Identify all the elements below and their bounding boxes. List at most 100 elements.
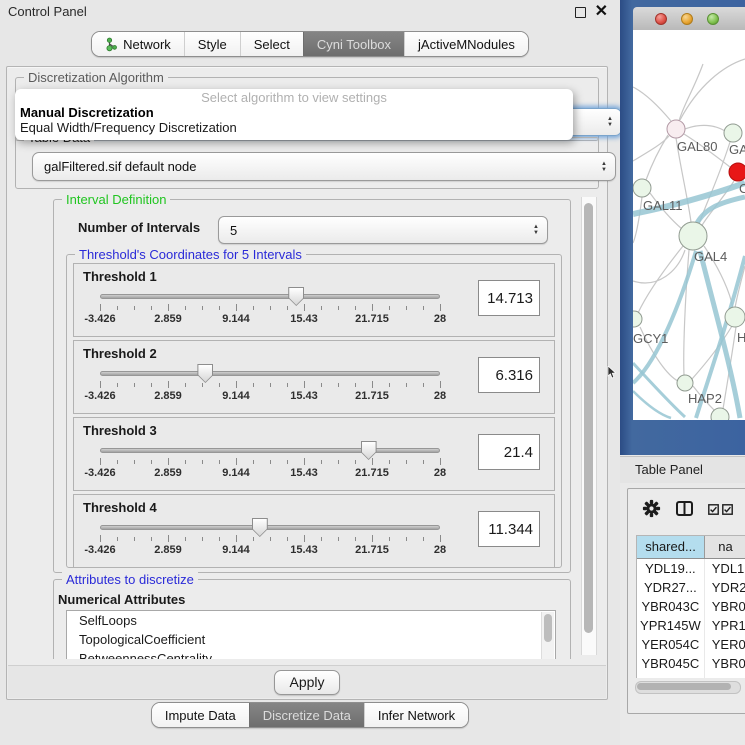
tab-style[interactable]: Style <box>184 32 240 56</box>
slider-track[interactable] <box>100 371 440 376</box>
main-vertical-scrollbar[interactable] <box>581 197 597 655</box>
scrollbar-thumb[interactable] <box>584 203 593 633</box>
number-of-intervals-combobox[interactable]: 5 ▲▼ <box>218 216 548 244</box>
network-edge[interactable] <box>633 136 669 161</box>
slider-track[interactable] <box>100 448 440 453</box>
network-node-gal4[interactable] <box>679 222 707 250</box>
network-edge[interactable] <box>680 59 745 120</box>
table-row[interactable]: YER054CYER0 <box>637 635 745 654</box>
threshold-slider[interactable]: -3.4262.8599.14415.4321.71528 <box>100 442 440 478</box>
threshold-slider[interactable]: -3.4262.8599.14415.4321.71528 <box>100 519 440 555</box>
tick-mark <box>321 537 322 541</box>
apply-button[interactable]: Apply <box>274 670 340 695</box>
network-node-hap2[interactable] <box>677 375 693 391</box>
tab-discretize-data[interactable]: Discretize Data <box>249 703 364 727</box>
network-node-h[interactable] <box>725 307 745 327</box>
table-cell[interactable]: YPR1 <box>705 616 745 635</box>
dropdown-option-manual[interactable]: Manual Discretization <box>15 105 573 120</box>
threshold-slider[interactable]: -3.4262.8599.14415.4321.71528 <box>100 288 440 324</box>
network-canvas[interactable]: GAL80GACGAL11GAL4GCY1HHAP2 <box>633 30 745 420</box>
numerical-attributes-list[interactable]: SelfLoopsTopologicalCoefficientBetweenne… <box>66 610 556 659</box>
slider-track[interactable] <box>100 294 440 299</box>
tick-mark <box>372 304 373 311</box>
table-cell[interactable]: YDR27... <box>637 578 705 597</box>
table-cell[interactable]: YPR145W <box>637 616 705 635</box>
threshold-value-field[interactable]: 14.713 <box>478 280 540 316</box>
table-cell[interactable]: YDR2 <box>705 578 745 597</box>
table-cell[interactable]: YBL079W <box>637 673 705 678</box>
gear-icon[interactable] <box>642 499 661 521</box>
checkbox-icon[interactable] <box>708 503 719 518</box>
network-edge[interactable] <box>684 250 689 375</box>
tab-impute-data[interactable]: Impute Data <box>152 703 249 727</box>
attribute-item-betweennesscentrality[interactable]: BetweennessCentrality <box>67 649 555 659</box>
tick-mark <box>338 383 339 387</box>
threshold-value-field[interactable]: 11.344 <box>478 511 540 547</box>
table-cell[interactable]: YER0 <box>705 635 745 654</box>
table-row[interactable]: YBR043CYBR0 <box>637 597 745 616</box>
tab-cyni-toolbox[interactable]: Cyni Toolbox <box>303 32 404 56</box>
table-row[interactable]: YPR145WYPR1 <box>637 616 745 635</box>
scrollbar-thumb[interactable] <box>637 683 731 690</box>
float-window-icon[interactable] <box>575 7 586 18</box>
table-cell[interactable]: YBL0 <box>705 673 745 678</box>
network-node-gal80[interactable] <box>667 120 685 138</box>
table-cell[interactable]: YBR0 <box>705 654 745 673</box>
table-cell[interactable]: YDL1 <box>705 559 745 578</box>
minimize-traffic-light-icon[interactable] <box>681 13 693 25</box>
table-cell[interactable]: YBR0 <box>705 597 745 616</box>
slider-track[interactable] <box>100 525 440 530</box>
list-vertical-scrollbar[interactable] <box>541 612 554 659</box>
tab-jactivemnodules[interactable]: jActiveMNodules <box>404 32 528 56</box>
tick-mark <box>372 535 373 542</box>
tab-network[interactable]: Network <box>92 32 184 56</box>
network-graph[interactable]: GAL80GACGAL11GAL4GCY1HHAP2 <box>633 30 745 420</box>
close-icon[interactable]: ✕ <box>595 1 608 21</box>
network-node-gcy1[interactable] <box>633 311 642 327</box>
column-header-na[interactable]: na <box>705 536 745 558</box>
tab-select[interactable]: Select <box>240 32 303 56</box>
network-edge[interactable] <box>685 125 725 131</box>
tick-label: 2.859 <box>154 313 182 325</box>
table-row[interactable]: YDR27...YDR2 <box>637 578 745 597</box>
table-horizontal-scrollbar[interactable] <box>635 681 741 694</box>
table-row[interactable]: YDL19...YDL1 <box>637 559 745 578</box>
attribute-item-topologicalcoefficient[interactable]: TopologicalCoefficient <box>67 630 555 649</box>
table-cell[interactable]: YER054C <box>637 635 705 654</box>
table-row[interactable]: YBR045CYBR0 <box>637 654 745 673</box>
checkbox-icon[interactable] <box>722 503 733 518</box>
network-node-c[interactable] <box>729 163 745 181</box>
table-cell[interactable]: YBR043C <box>637 597 705 616</box>
network-node-ga[interactable] <box>724 124 742 142</box>
tab-infer-network[interactable]: Infer Network <box>364 703 468 727</box>
network-node-gal11[interactable] <box>633 179 651 197</box>
thresholds-group-label: Threshold's Coordinates for 5 Intervals <box>75 247 306 262</box>
threshold-label: Threshold 4 <box>83 500 157 515</box>
dropdown-option-equal-width[interactable]: Equal Width/Frequency Discretization <box>15 120 573 135</box>
split-panel-icon[interactable] <box>676 501 693 519</box>
table-row[interactable]: YBL079WYBL0 <box>637 673 745 678</box>
network-edge-highlighted[interactable] <box>633 363 685 417</box>
network-edge[interactable] <box>633 197 642 243</box>
column-header-shared[interactable]: shared... <box>637 536 705 558</box>
dropdown-placeholder-item[interactable]: Select algorithm to view settings <box>15 90 573 105</box>
network-edge[interactable] <box>646 135 668 180</box>
scrollbar-thumb[interactable] <box>544 614 552 642</box>
zoom-traffic-light-icon[interactable] <box>707 13 719 25</box>
network-edge[interactable] <box>633 87 671 121</box>
network-edge-highlighted[interactable] <box>633 391 671 418</box>
table-cell[interactable]: YBR045C <box>637 654 705 673</box>
close-traffic-light-icon[interactable] <box>655 13 667 25</box>
attribute-item-selfloops[interactable]: SelfLoops <box>67 611 555 630</box>
tick-mark <box>202 537 203 541</box>
threshold-value-field[interactable]: 21.4 <box>478 434 540 470</box>
table-cell[interactable]: YDL19... <box>637 559 705 578</box>
threshold-value-field[interactable]: 6.316 <box>478 357 540 393</box>
tick-label: 15.43 <box>290 313 318 325</box>
tick-mark <box>151 383 152 387</box>
table-data-combobox[interactable]: galFiltered.sif default node ▲▼ <box>32 152 616 181</box>
threshold-slider[interactable]: -3.4262.8599.14415.4321.71528 <box>100 365 440 401</box>
settings-scroll-area: Interval Definition Number of Intervals … <box>15 191 599 659</box>
network-window-titlebar[interactable] <box>633 7 745 31</box>
network-edge[interactable] <box>679 64 703 121</box>
